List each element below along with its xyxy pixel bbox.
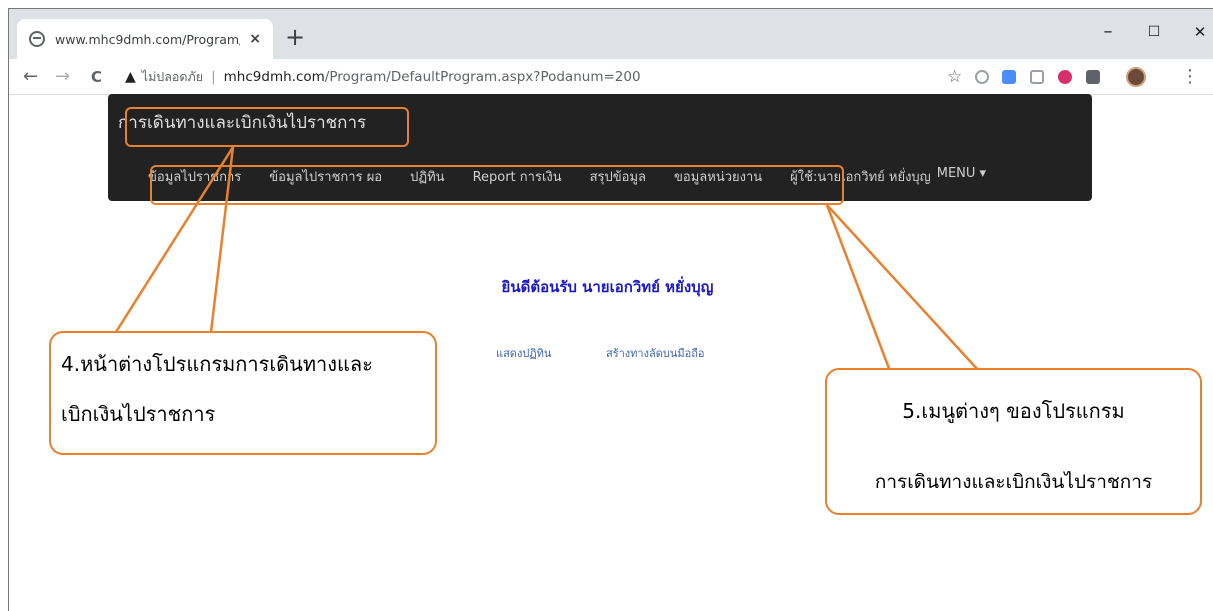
welcome-message: ยินดีต้อนรับ นายเอกวิทย์ หยั่งบุญ (501, 278, 714, 296)
callout-program-menus: 5.เมนูต่างๆ ของโปรแกรม การเดินทางและเบิก… (825, 368, 1202, 515)
user-menu-dropdown[interactable]: MENU ▾ (937, 166, 986, 187)
callout-program-window: 4.หน้าต่างโปรแกรมการเดินทางและ เบิกเงินไ… (49, 331, 437, 455)
menu-highlight-box (150, 165, 844, 205)
callout-5-line2: การเดินทางและเบิกเงินไปราชการ (874, 471, 1153, 493)
callout-4-line2: เบิกเงินไปราชการ (61, 402, 216, 426)
callout-4-line1: 4.หน้าต่างโปรแกรมการเดินทางและ (61, 352, 373, 376)
mobile-shortcut-link[interactable]: สร้างทางลัดบนมือถือ (606, 344, 704, 362)
callout-5-line1: 5.เมนูต่างๆ ของโปรแกรม (902, 399, 1125, 423)
brand-highlight-box (125, 107, 409, 147)
browser-window: www.mhc9dmh.com/Program/De × + – ☐ ✕ ← →… (8, 8, 1213, 611)
show-calendar-link[interactable]: แสดงปฏิทิน (496, 344, 551, 362)
